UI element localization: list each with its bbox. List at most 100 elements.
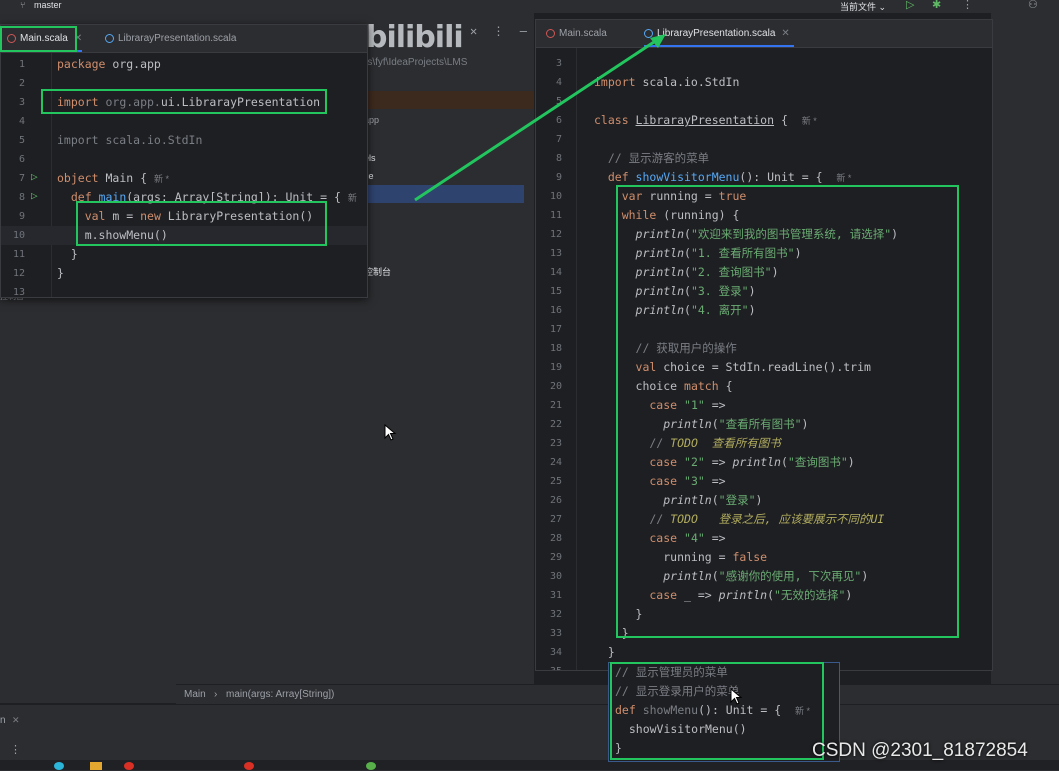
- line-number: 9: [18, 211, 25, 222]
- code-line: 13: [1, 283, 367, 298]
- bottom-tab[interactable]: n: [0, 715, 6, 726]
- more-icon[interactable]: ⋮: [492, 24, 504, 38]
- line-number: 5: [18, 135, 25, 146]
- code-line: 5: [536, 92, 992, 111]
- code-line: 5 import scala.io.StdIn: [1, 131, 367, 150]
- code-line: 4 import scala.io.StdIn: [536, 73, 992, 92]
- line-number: 33: [549, 628, 562, 639]
- mouse-cursor-icon: [730, 688, 743, 705]
- code-line: 12}: [1, 264, 367, 283]
- main-scala-editor: Main.scala ✕ LibrarayPresentation.scala ▷…: [0, 24, 368, 298]
- code-token: }: [57, 247, 78, 261]
- code-token: LibrarayPresentation: [635, 113, 775, 127]
- editor-toolbar: ✕ ⋮ —: [470, 24, 527, 38]
- line-number: 13: [549, 248, 562, 259]
- code-token: 新 *: [153, 174, 169, 184]
- code-line: 3: [536, 54, 992, 73]
- close-icon[interactable]: ✕: [470, 24, 477, 38]
- watermark-credit: CSDN @2301_81872854: [812, 740, 1028, 761]
- debug-icon[interactable]: ✱: [932, 0, 941, 11]
- minimize-icon[interactable]: —: [520, 24, 527, 38]
- line-number: 5: [555, 96, 562, 107]
- code-token: Main {: [105, 171, 154, 185]
- code-text: }: [594, 643, 615, 662]
- code-token: 新 *: [836, 173, 852, 183]
- line-number: 21: [549, 400, 562, 411]
- line-number: 3: [18, 97, 25, 108]
- scala-file-icon: [546, 29, 555, 38]
- line-number: 4: [18, 116, 25, 127]
- code-token: import: [594, 75, 643, 89]
- close-icon[interactable]: ✕: [12, 715, 20, 726]
- code-line: 7: [536, 130, 992, 149]
- code-token: package: [57, 57, 113, 71]
- code-token: }: [57, 266, 64, 280]
- code-text: // 显示游客的菜单: [594, 149, 709, 168]
- more-icon[interactable]: ⋮: [10, 743, 21, 756]
- line-number: 35: [536, 662, 562, 670]
- breadcrumb-item[interactable]: main(args: Array[String]): [226, 689, 334, 700]
- line-number: 8: [18, 192, 25, 203]
- tab-main-scala[interactable]: Main.scala: [546, 20, 607, 47]
- line-number: 2: [18, 78, 25, 89]
- breadcrumb-item[interactable]: Main: [184, 689, 206, 700]
- code-line: 34 }: [536, 643, 992, 662]
- taskbar-app-icon[interactable]: [54, 762, 64, 770]
- code-token: // 显示游客的菜单: [594, 151, 710, 165]
- code-token: 新: [347, 193, 357, 203]
- line-number: 11: [549, 210, 562, 221]
- code-text: package org.app: [57, 55, 161, 74]
- tree-item[interactable]: 控制台: [364, 265, 391, 278]
- line-number: 34: [549, 647, 562, 658]
- code-line: 7 object Main { 新 *: [1, 169, 367, 188]
- line-number: 19: [549, 362, 562, 373]
- taskbar-app-icon[interactable]: [124, 762, 134, 770]
- line-number: 1: [18, 59, 25, 70]
- tree-selection[interactable]: [362, 185, 524, 203]
- code-text: }: [57, 264, 64, 283]
- more-icon[interactable]: ⋮: [962, 0, 973, 11]
- line-number: 28: [549, 533, 562, 544]
- code-line: 4: [1, 112, 367, 131]
- annotation-box-show-menu: [610, 662, 824, 760]
- annotation-box-import: [41, 89, 327, 114]
- line-number: 10: [549, 191, 562, 202]
- close-tab-icon[interactable]: ✕: [781, 28, 789, 39]
- tab-librarypresentation-scala[interactable]: LibrarayPresentation.scala: [105, 25, 236, 52]
- line-number: 3: [555, 58, 562, 69]
- line-number: 13: [12, 287, 25, 298]
- run-config-selector[interactable]: 当前文件 ⌄: [840, 0, 886, 13]
- line-number: 14: [549, 267, 562, 278]
- run-icon[interactable]: ▷: [906, 0, 914, 11]
- taskbar-app-icon[interactable]: [90, 762, 102, 770]
- line-number: 11: [12, 249, 25, 260]
- code-token: scala.io.StdIn: [642, 75, 740, 89]
- code-text: object Main { 新 *: [57, 169, 169, 189]
- tab-librarypresentation-scala[interactable]: LibrarayPresentation.scala ✕: [644, 20, 794, 47]
- line-number: 25: [549, 476, 562, 487]
- branch-selector[interactable]: master: [34, 0, 62, 10]
- code-token: }: [594, 645, 615, 659]
- annotation-box-main-body: [76, 201, 327, 246]
- line-number: 12: [549, 229, 562, 240]
- taskbar-app-icon[interactable]: [366, 762, 376, 770]
- code-line: 11 }: [1, 245, 367, 264]
- line-number: 30: [549, 571, 562, 582]
- line-number: 9: [555, 172, 562, 183]
- code-text: import scala.io.StdIn: [57, 131, 202, 150]
- line-number: 16: [549, 305, 562, 316]
- taskbar-app-icon[interactable]: [244, 762, 254, 770]
- line-number: 10: [12, 230, 25, 241]
- line-number: 15: [549, 286, 562, 297]
- line-number: 27: [549, 514, 562, 525]
- code-text: class LibrarayPresentation { 新 *: [594, 111, 817, 131]
- line-number: 7: [555, 134, 562, 145]
- project-path: rs\fyf\IdeaProjects\LMS: [364, 57, 468, 68]
- code-text: }: [57, 245, 78, 264]
- add-user-icon[interactable]: ⚇: [1028, 0, 1038, 11]
- breadcrumb-separator-icon: ›: [214, 689, 218, 700]
- watermark-logo: bilibili: [366, 20, 464, 55]
- code-line: 1 package org.app: [1, 55, 367, 74]
- line-number: 22: [549, 419, 562, 430]
- code-token: {: [774, 113, 802, 127]
